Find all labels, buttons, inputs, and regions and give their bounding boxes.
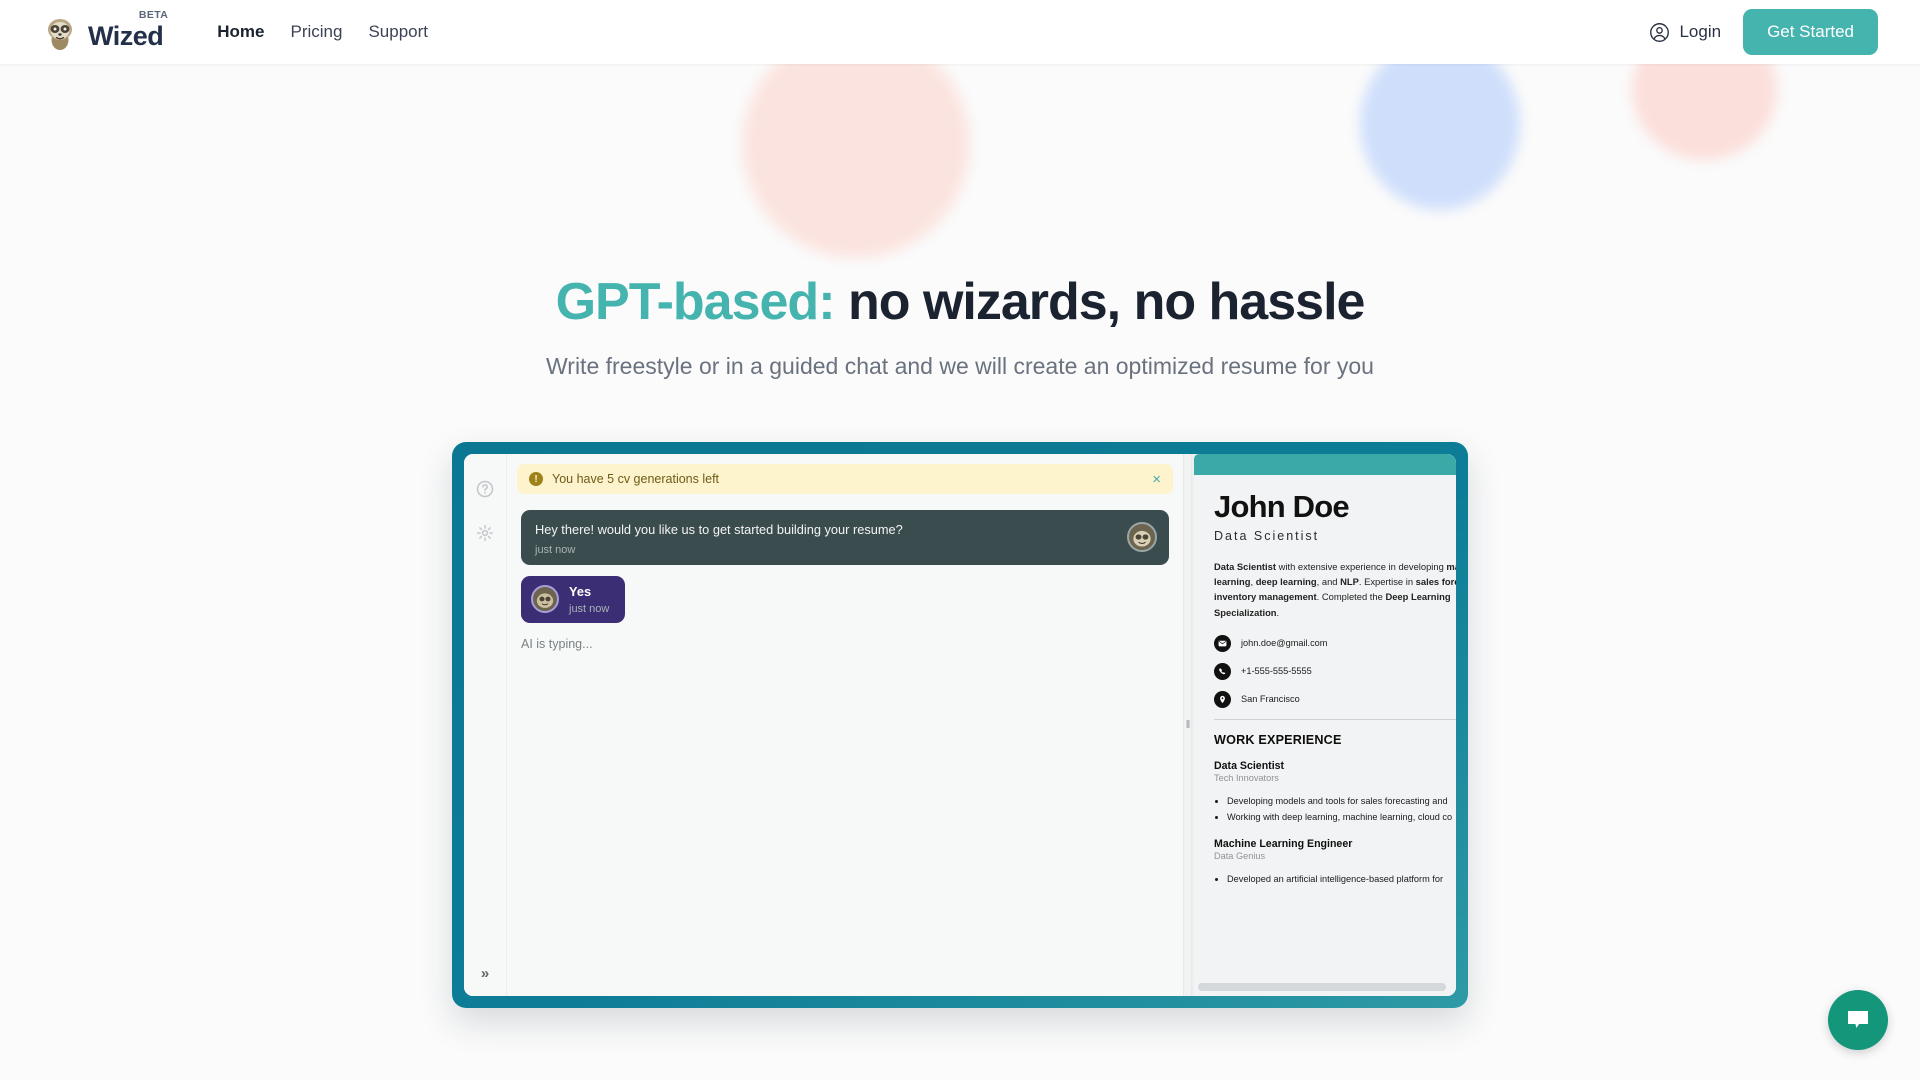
support-chat-widget-button[interactable] [1828,990,1888,1050]
contact-value: +1-555-555-5555 [1241,666,1312,677]
gear-icon[interactable] [476,524,494,542]
resume-accent-bar [1194,454,1456,475]
job-bullet: Working with deep learning, machine lear… [1227,809,1456,825]
job-title: Data Scientist [1214,759,1285,772]
phone-icon [1214,662,1231,680]
message-text: Yes [569,583,592,599]
question-circle-icon[interactable] [476,480,494,498]
message-timestamp: just now [569,602,610,615]
header-actions: Login Get Started [1641,9,1878,55]
sloth-avatar-icon [1127,522,1157,553]
app-preview-frame: » ! You have 5 cv generations left × Hey… [452,442,1468,1008]
chat-message-user: Yes just now [521,575,626,623]
sloth-logo-icon [48,19,72,50]
drag-grip-icon: ‖ [1185,719,1190,731]
envelope-icon [1214,634,1231,652]
contact-value: john.doe@gmail.com [1241,638,1328,649]
chat-message-assistant: Hey there! would you like us to get star… [521,510,1169,565]
app-sidebar: » [464,454,507,996]
job-company: Data Genius [1214,851,1266,862]
hero-section: GPT-based: no wizards, no hassle Write f… [0,64,1920,380]
resume-summary: Data Scientist with extensive experience… [1214,561,1456,618]
site-header: Wized BETA Home Pricing Support Login Ge… [0,0,1920,64]
job-company: Tech Innovators [1214,772,1279,783]
location-pin-icon [1214,690,1231,708]
contact-phone: +1-555-555-5555 [1214,662,1456,680]
resume-preview-panel: John Doe Data Scientist Data Scientist w… [1192,454,1456,996]
chat-panel: ! You have 5 cv generations left × Hey t… [507,454,1183,996]
headline-rest: no wizards, no hassle [834,273,1365,331]
main-navigation: Home Pricing Support [217,22,428,42]
contact-location: San Francisco [1214,690,1456,708]
message-timestamp: just now [535,543,576,556]
nav-item-pricing[interactable]: Pricing [291,22,343,42]
beta-badge: BETA [138,9,169,21]
resume-job-entry: Data Scientist Tech Innovators Developin… [1214,760,1456,825]
sloth-avatar-icon [531,585,559,614]
nav-item-home[interactable]: Home [217,22,264,42]
brand-logo-link[interactable]: Wized BETA [42,9,168,51]
hero-subtitle: Write freestyle or in a guided chat and … [546,353,1374,380]
resume-content: John Doe Data Scientist Data Scientist w… [1194,475,1456,887]
get-started-button[interactable]: Get Started [1743,9,1878,55]
generations-alert-banner: ! You have 5 cv generations left × [517,464,1173,494]
resume-contact-list: john.doe@gmail.com +1-555-555-5555 San F… [1214,634,1456,708]
job-bullet-list: Developing models and tools for sales fo… [1214,793,1456,825]
horizontal-scrollbar[interactable] [1198,983,1446,991]
alert-message: You have 5 cv generations left [552,472,720,486]
contact-value: San Francisco [1241,694,1300,705]
chat-bubble-icon [1848,1011,1868,1028]
resume-candidate-role: Data Scientist [1214,529,1320,543]
login-button[interactable]: Login [1641,16,1729,49]
login-label: Login [1679,22,1722,41]
contact-email: john.doe@gmail.com [1214,634,1456,652]
sidebar-expand-button[interactable]: » [481,965,489,982]
info-icon: ! [529,472,543,486]
typing-indicator: AI is typing... [521,636,593,651]
message-text: Hey there! would you like us to get star… [535,522,903,537]
message-list: Hey there! would you like us to get star… [507,494,1183,996]
job-title: Machine Learning Engineer [1214,838,1353,851]
landing-page: Wized BETA Home Pricing Support Login Ge… [0,0,1920,1080]
job-bullet: Developed an artificial intelligence-bas… [1227,871,1456,887]
app-window: » ! You have 5 cv generations left × Hey… [464,454,1456,996]
job-bullet-list: Developed an artificial intelligence-bas… [1214,871,1456,887]
pane-resize-handle[interactable]: ‖ [1183,454,1192,996]
page-title: GPT-based: no wizards, no hassle [0,273,1920,331]
brand-name: Wized [88,21,164,51]
headline-accent: GPT-based: [555,273,836,331]
divider [1214,718,1456,720]
resume-candidate-name: John Doe [1214,489,1350,524]
user-circle-icon [1650,22,1670,42]
resume-section-title: WORK EXPERIENCE [1214,732,1342,747]
job-bullet: Developing models and tools for sales fo… [1227,793,1456,809]
resume-sheet: John Doe Data Scientist Data Scientist w… [1194,454,1456,996]
nav-item-support[interactable]: Support [368,22,428,42]
resume-job-entry: Machine Learning Engineer Data Genius De… [1214,838,1456,887]
close-icon[interactable]: × [1152,472,1161,487]
